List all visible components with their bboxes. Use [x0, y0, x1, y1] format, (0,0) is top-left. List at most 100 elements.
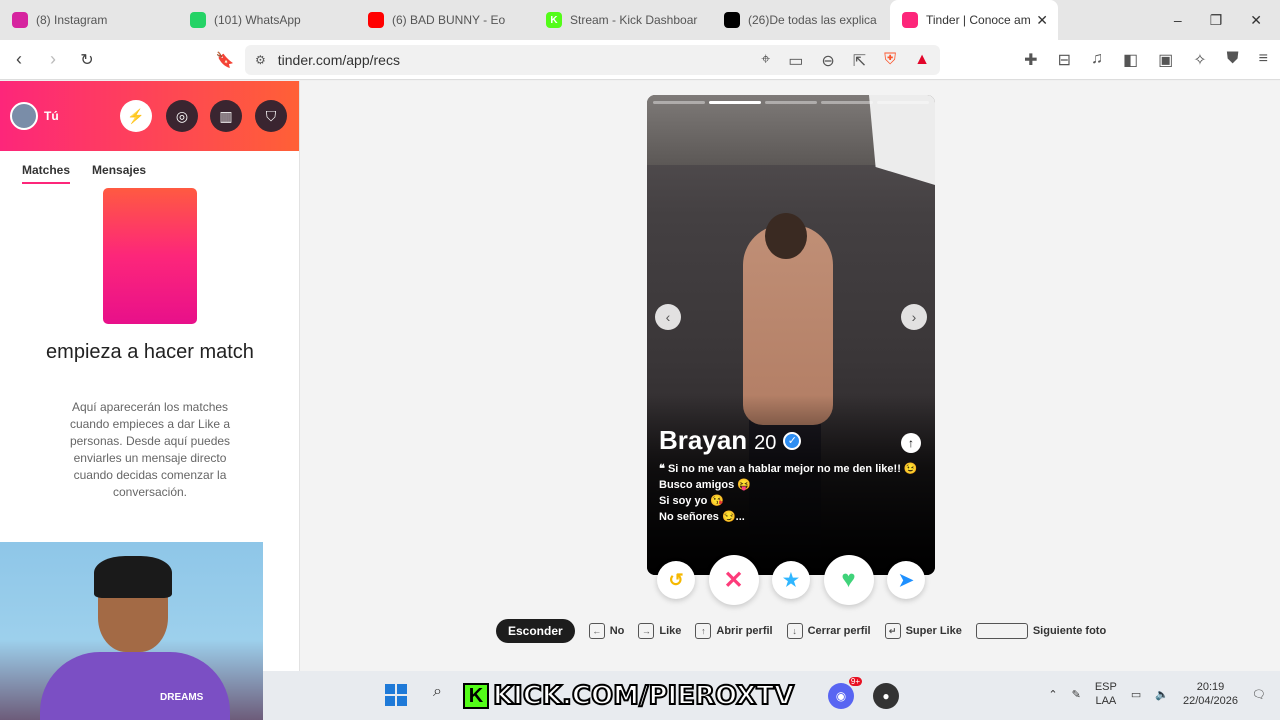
bio-line: No señores 😏...: [659, 511, 745, 523]
boost-button[interactable]: ➤: [887, 561, 925, 599]
work-icon[interactable]: ▥: [210, 100, 242, 132]
sidebar-toggle-icon[interactable]: ◧: [1123, 50, 1138, 70]
browser-tab-strip: (8) Instagram (101) WhatsApp (6) BAD BUNNY…: [0, 0, 1280, 40]
tab-youtube[interactable]: (6) BAD BUNNY - Eo: [356, 0, 534, 40]
like-button[interactable]: ♥: [823, 555, 874, 605]
prev-photo-button[interactable]: ‹: [655, 304, 681, 330]
shortcut-item: → Like: [638, 623, 681, 639]
tab-kick[interactable]: K Stream - Kick Dashboar: [534, 0, 712, 40]
explore-icon[interactable]: ◎: [166, 100, 198, 132]
photo-indicator[interactable]: [653, 101, 705, 104]
nope-button[interactable]: ✕: [708, 555, 759, 605]
sidebar-header: Tú ⚡ ◎ ▥ ⛉: [0, 81, 299, 151]
brave-rewards-icon[interactable]: ▲: [914, 51, 930, 71]
volume-icon[interactable]: 🔈: [1155, 688, 1169, 701]
close-window-icon[interactable]: ✕: [1250, 12, 1262, 29]
profile-card[interactable]: ‹ › Brayan 20 ✓ ↑ ❝ Si no me van a habla…: [647, 95, 935, 575]
tab-list: (8) Instagram (101) WhatsApp (6) BAD BUNNY…: [0, 0, 1058, 40]
clock-time: 20:19: [1196, 681, 1225, 693]
network-icon[interactable]: ▭: [1131, 688, 1141, 701]
tab-messages[interactable]: Mensajes: [92, 163, 146, 184]
profile-age: 20: [754, 432, 777, 454]
back-icon[interactable]: ‹: [4, 49, 34, 70]
show-hidden-icons[interactable]: ⌃: [1048, 688, 1057, 701]
taskbar: ⌕ K KICK.COM/PIEROXTV 9+ ◉ ● ⌃ ✎ ESP LAA…: [263, 671, 1280, 720]
windows-start-icon[interactable]: [385, 684, 407, 706]
kick-banner-text: KICK.COM/PIEROXTV: [492, 680, 795, 712]
streamer-hair: [94, 556, 172, 598]
brave-shields-icon[interactable]: ⛨: [884, 51, 896, 71]
shortcut-item: ↓ Cerrar perfil: [786, 623, 871, 639]
tab-label: (26)De todas las explica: [748, 13, 877, 27]
photo-indicator[interactable]: [821, 101, 873, 104]
tab-matches[interactable]: Matches: [22, 163, 71, 184]
avatar[interactable]: [10, 102, 38, 130]
language-code: ESP: [1094, 681, 1117, 693]
discord-icon[interactable]: 9+ ◉: [828, 677, 862, 709]
shortcut-key-icon: [975, 623, 1028, 639]
rewind-button[interactable]: ↺: [657, 561, 695, 599]
clock-date: 22/04/2026: [1182, 695, 1239, 707]
shortcut-label: Like: [659, 625, 682, 637]
tiktok-icon: [724, 12, 740, 28]
safety-shield-icon[interactable]: ⛉: [255, 100, 287, 132]
tab-tiktok[interactable]: (26)De todas las explica: [712, 0, 890, 40]
extension-toolbar: ✚ ⊟ ♫ ◧ ▣ ✧ ⛊ ≡: [1024, 50, 1268, 70]
photo-indicator[interactable]: [709, 101, 761, 104]
url-text[interactable]: tinder.com/app/recs: [278, 52, 400, 68]
tab-instagram[interactable]: (8) Instagram: [0, 0, 178, 40]
open-profile-icon[interactable]: ↑: [901, 433, 921, 453]
whatsapp-icon: [190, 12, 206, 28]
restore-icon[interactable]: ❐: [1210, 12, 1223, 29]
site-settings-icon[interactable]: ⚙: [255, 53, 266, 67]
tab-tinder[interactable]: Tinder | Conoce am ✕: [890, 0, 1058, 40]
obs-icon[interactable]: ●: [873, 683, 899, 709]
photo-indicator[interactable]: [877, 101, 929, 104]
close-tab-icon[interactable]: ✕: [1036, 12, 1048, 29]
hide-shortcuts-button[interactable]: Esconder: [496, 619, 575, 643]
super-like-button[interactable]: ★: [772, 561, 810, 599]
shortcut-key-icon: ↵: [884, 623, 901, 639]
shortcut-key-icon: ←: [588, 623, 605, 639]
media-icon[interactable]: ♫: [1091, 50, 1103, 70]
boost-icon[interactable]: ⚡: [120, 100, 152, 132]
photo-person-head: [765, 213, 807, 259]
photo-indicator[interactable]: [765, 101, 817, 104]
tab-label: Stream - Kick Dashboar: [570, 13, 698, 27]
reading-list-icon[interactable]: ⊟: [1058, 50, 1071, 70]
window-controls: – ❐ ✕: [1174, 0, 1280, 40]
tab-whatsapp[interactable]: (101) WhatsApp: [178, 0, 356, 40]
recs-main: ‹ › Brayan 20 ✓ ↑ ❝ Si no me van a habla…: [300, 81, 1280, 671]
share-icon[interactable]: ⇱: [853, 51, 866, 71]
profile-name: Brayan: [659, 425, 748, 455]
wallet-icon[interactable]: ▣: [1158, 50, 1173, 70]
bio-line: Si soy yo 😘: [659, 495, 725, 507]
next-photo-button[interactable]: ›: [901, 304, 927, 330]
leo-ai-icon[interactable]: ✧: [1193, 50, 1206, 70]
profile-label[interactable]: Tú: [44, 109, 59, 123]
minimize-icon[interactable]: –: [1174, 12, 1182, 28]
shortcut-label: Abrir perfil: [716, 625, 773, 637]
clock[interactable]: 20:19 22/04/2026: [1183, 680, 1238, 708]
instagram-icon: [12, 12, 28, 28]
zoom-icon[interactable]: ⊖: [821, 51, 834, 71]
cast-icon[interactable]: ▭: [788, 51, 803, 71]
bookmark-icon[interactable]: 🔖: [210, 51, 240, 69]
language-indicator[interactable]: ESP LAA: [1095, 680, 1117, 708]
shortcut-label: Cerrar perfil: [807, 625, 871, 637]
pen-icon[interactable]: ✎: [1072, 688, 1081, 701]
shortcut-label: Super Like: [905, 625, 962, 637]
forward-icon[interactable]: ›: [38, 49, 68, 70]
reload-icon[interactable]: ↻: [72, 50, 102, 70]
youtube-icon: [368, 12, 384, 28]
vpn-icon[interactable]: ⛊: [1227, 50, 1239, 70]
likes-placeholder-card: [103, 188, 197, 324]
extensions-icon[interactable]: ✚: [1024, 50, 1037, 70]
search-icon[interactable]: ⌕: [433, 683, 442, 701]
system-tray: ⌃ ✎ ESP LAA ▭ 🔈 20:19 22/04/2026 🗨: [1048, 680, 1266, 708]
notifications-icon[interactable]: 🗨: [1252, 688, 1266, 701]
location-icon[interactable]: ⌖: [761, 51, 770, 71]
keyboard-shortcuts: Esconder ← No → Like ↑ Abrir perfil ↓ Cerrar pe…: [496, 619, 1106, 643]
url-field[interactable]: ⚙ tinder.com/app/recs ⌖ ▭ ⊖ ⇱ ⛨ ▲: [245, 45, 940, 75]
menu-icon[interactable]: ≡: [1259, 50, 1268, 70]
